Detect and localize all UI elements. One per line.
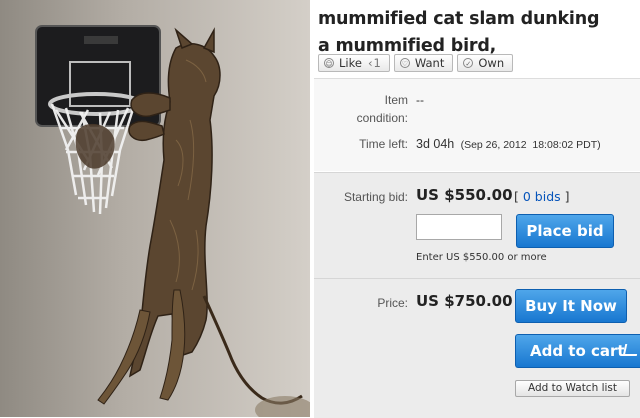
price-value: US $750.00 bbox=[416, 292, 513, 310]
buy-it-now-label: Buy It Now bbox=[525, 297, 617, 315]
condition-label-line-1: Item bbox=[384, 93, 408, 107]
time-left-label: Time left: bbox=[359, 137, 408, 151]
add-to-cart-button[interactable]: Add to cart bbox=[515, 334, 640, 368]
end-date: (Sep 26, 2012 18:08:02 PDT) bbox=[460, 139, 601, 151]
time-left-value: 3d 04h bbox=[416, 137, 455, 151]
bid-amount-input[interactable] bbox=[416, 214, 502, 240]
bid-section: Starting bid: US $550.00 [ 0 bids ] Plac… bbox=[314, 172, 640, 278]
condition-value: -- bbox=[416, 93, 424, 107]
want-button[interactable]: ♡ Want bbox=[393, 54, 454, 72]
social-buttons: ☺ Like 1 ♡ Want ✓ Own bbox=[318, 54, 514, 72]
own-label: Own bbox=[478, 56, 505, 70]
watch-list-label: Add to Watch list bbox=[528, 382, 617, 394]
like-count: 1 bbox=[368, 56, 381, 70]
checkmark-icon: ✓ bbox=[463, 58, 474, 68]
time-left: 3d 04h (Sep 26, 2012 18:08:02 PDT) bbox=[416, 137, 601, 151]
like-button[interactable]: ☺ Like 1 bbox=[318, 54, 390, 72]
bid-count-link[interactable]: 0 bids bbox=[523, 189, 561, 204]
listing-panel: mummified cat slam dunking a mummified b… bbox=[310, 0, 640, 418]
condition-label-line-2: condition: bbox=[356, 111, 408, 125]
like-label: Like bbox=[339, 56, 362, 70]
starting-bid-label: Starting bid: bbox=[343, 190, 408, 204]
add-to-cart-label: Add to cart bbox=[530, 342, 625, 360]
starting-bid-value: US $550.00 bbox=[416, 186, 513, 204]
cart-icon bbox=[622, 344, 640, 356]
smiley-icon: ☺ bbox=[324, 58, 334, 68]
item-title-line-1: mummified cat slam dunking bbox=[318, 9, 600, 29]
item-title: mummified cat slam dunking a mummified b… bbox=[318, 6, 638, 60]
heart-icon: ♡ bbox=[399, 58, 410, 68]
bid-count-close: ] bbox=[560, 189, 570, 204]
listing-photo[interactable] bbox=[0, 0, 310, 417]
place-bid-label: Place bid bbox=[526, 222, 604, 240]
bid-count-open: [ bbox=[514, 189, 523, 204]
buy-it-now-button[interactable]: Buy It Now bbox=[515, 289, 627, 323]
bid-hint: Enter US $550.00 or more bbox=[416, 252, 547, 263]
item-details: Item condition: -- Time left: 3d 04h (Se… bbox=[314, 78, 640, 171]
buy-section: Price: US $750.00 Buy It Now Add to cart… bbox=[314, 278, 640, 418]
want-label: Want bbox=[414, 56, 445, 70]
add-to-watch-list-button[interactable]: Add to Watch list bbox=[515, 380, 630, 397]
place-bid-button[interactable]: Place bid bbox=[516, 214, 614, 248]
bid-count: [ 0 bids ] bbox=[514, 189, 570, 204]
condition-label: Item condition: bbox=[314, 91, 408, 127]
price-label: Price: bbox=[377, 296, 408, 310]
own-button[interactable]: ✓ Own bbox=[457, 54, 514, 72]
